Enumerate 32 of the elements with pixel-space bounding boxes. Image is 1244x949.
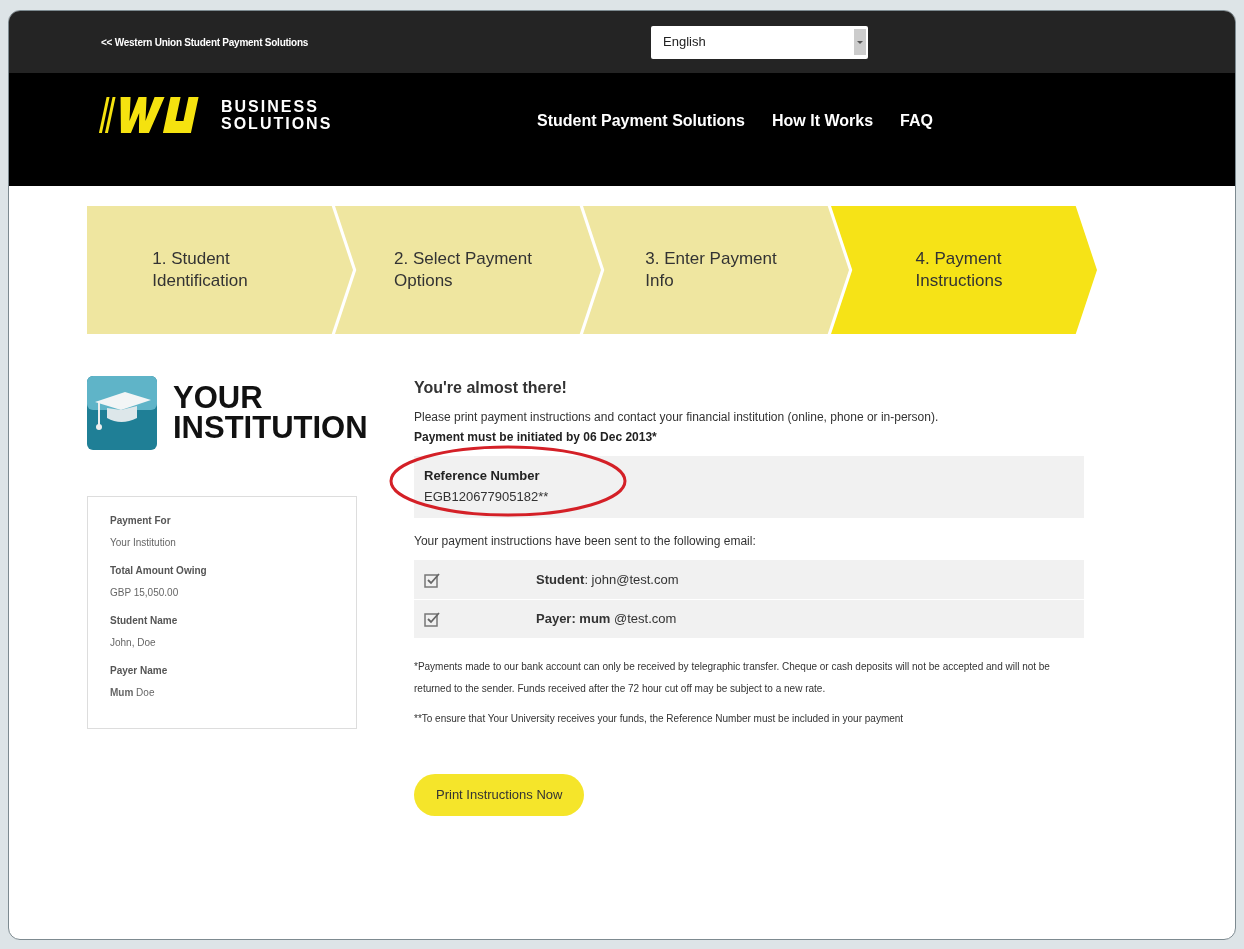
nav-link[interactable]: Student Payment Solutions [537,109,745,133]
step-tab[interactable]: 2. Select Payment Options [335,206,601,334]
nav-link[interactable]: How It Works [772,109,874,133]
reference-number: EGB120677905182** [424,487,549,506]
print-button[interactable]: Print Instructions Now [414,774,585,816]
intro-text: Please print payment instructions and contact your financial institution (online, phone or in-person). [414,409,940,426]
heading: You're almost there! [414,378,568,398]
deadline-text: Payment must be initiated by 06 Dec 2013* [414,429,658,446]
summary-label: Total Amount Owing [110,564,208,578]
graduation-cap-icon [87,376,157,450]
summary-value: John, Doe [110,636,157,650]
footnote-text: **To ensure that Your University receives your funds, the Reference Number must be included in your payment [414,712,905,726]
nav-link[interactable]: FAQ [900,109,933,133]
summary-label: Student Name [110,614,179,628]
back-link[interactable]: << Western Union Student Payment Solutions [101,34,651,50]
summary-value: GBP 15,050.00 [110,586,180,600]
reference-label: Reference Number [424,467,541,485]
footnote-text: *Payments made to our bank account can only be received by telegraphic transfer. Cheque or cash deposits will not be accepted and will not be returned to the sender. Funds received after the 72 hour cut off may be subject to a new rate. [414,660,1051,696]
logo-text: SOLUTIONS [221,115,333,132]
language-select[interactable]: English [651,25,868,59]
emails-intro: Your payment instructions have been sent to the following email: [414,533,757,550]
institution-name: YOUR INSTITUTION [173,383,368,443]
summary-label: Payment For [110,514,172,528]
summary-label: Payer Name [110,664,169,678]
step-tab[interactable]: 4. Payment Instructions [831,206,1097,334]
summary-value: Mum Doe [110,686,156,700]
email-text: Payer: mum @test.com [536,610,677,629]
logo-text: BUSINESS [221,98,320,115]
email-text: Student: john@test.com [536,570,679,589]
step-tab[interactable]: 3. Enter Payment Info [583,206,849,334]
step-tab[interactable]: 1. Student Identification [87,206,353,334]
summary-value: Your Institution [110,536,177,550]
